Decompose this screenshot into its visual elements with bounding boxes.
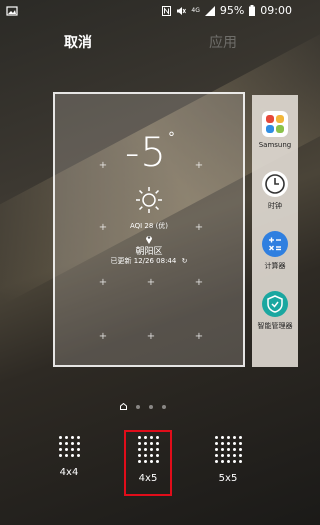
grid-dot — [64, 442, 68, 445]
page-indicator — [120, 403, 166, 410]
grid-dot — [226, 436, 230, 439]
status-right: 4G 95% 09:00 — [162, 4, 292, 17]
status-bar: 4G 95% 09:00 — [0, 0, 298, 24]
clock-time: 09:00 — [260, 4, 292, 17]
sunny-icon — [136, 187, 162, 213]
grid-dot — [58, 436, 62, 439]
grid-option-5x5[interactable]: 5x5 — [198, 430, 258, 484]
grid-dot — [238, 442, 242, 445]
grid-dot — [70, 448, 74, 451]
grid-dot — [76, 442, 80, 445]
grid-plus-icon: + — [146, 277, 156, 288]
calculator-icon — [262, 231, 288, 257]
grid-plus-icon: + — [98, 277, 108, 288]
grid-dot — [238, 436, 242, 439]
apply-button[interactable]: 应用 — [209, 32, 237, 52]
location-pin-icon — [146, 236, 152, 244]
grid-dot — [64, 454, 68, 457]
grid-dot — [232, 454, 236, 457]
app-calculator[interactable]: 计算器 — [252, 231, 298, 271]
grid-dot — [70, 454, 74, 457]
grid-dot — [226, 448, 230, 451]
grid-dot — [226, 454, 230, 457]
grid-dot — [70, 442, 74, 445]
weather-degree: ° — [168, 130, 175, 146]
grid-dot — [214, 442, 218, 445]
app-clock[interactable]: 时钟 — [252, 171, 298, 211]
grid-dot — [232, 442, 236, 445]
grid-dot — [76, 436, 80, 439]
grid-dot — [214, 448, 218, 451]
app-label: 时钟 — [268, 202, 282, 210]
weather-updated: 已更新 12/26 08:44 ↻ — [55, 256, 243, 266]
grid-4x4-icon — [58, 436, 80, 457]
refresh-icon[interactable]: ↻ — [182, 257, 188, 265]
grid-dot — [220, 460, 224, 463]
grid-option-4x4[interactable]: 4x4 — [39, 430, 99, 478]
grid-plus-icon: + — [194, 331, 204, 342]
adjacent-page-preview[interactable]: Samsung 时钟 计算器 智能管理器 — [252, 95, 298, 367]
weather-updated-text: 已更新 12/26 08:44 — [110, 257, 177, 265]
page-dot[interactable] — [136, 404, 140, 409]
cancel-button[interactable]: 取消 — [64, 32, 92, 52]
page-dot[interactable] — [149, 404, 153, 409]
app-label: Samsung — [258, 141, 292, 149]
grid-dot — [226, 442, 230, 445]
grid-dot — [64, 436, 68, 439]
grid-dot — [220, 442, 224, 445]
grid-dot — [58, 448, 62, 451]
grid-dot — [70, 436, 74, 439]
selected-grid-highlight — [124, 430, 172, 496]
grid-dot — [76, 454, 80, 457]
battery-percent: 95% — [219, 4, 245, 17]
grid-dot — [58, 454, 62, 457]
grid-plus-icon: + — [194, 160, 204, 171]
home-page-preview[interactable]: + + + + + + + + + + -5 ° AQI 28 (优) 朝阳区 … — [53, 92, 245, 367]
grid-dot — [238, 454, 242, 457]
gallery-notification-icon — [6, 6, 18, 16]
grid-dot — [238, 460, 242, 463]
app-smart-manager[interactable]: 智能管理器 — [252, 291, 298, 331]
grid-dot — [238, 448, 242, 451]
app-label: 智能管理器 — [257, 322, 293, 330]
page-dot[interactable] — [162, 404, 166, 409]
grid-plus-icon: + — [146, 331, 156, 342]
grid-dot — [220, 448, 224, 451]
grid-dot — [76, 448, 80, 451]
grid-dot — [220, 436, 224, 439]
network-type: 4G — [191, 7, 200, 14]
grid-dot — [232, 448, 236, 451]
grid-option-label: 4x4 — [59, 467, 79, 478]
battery-icon — [249, 5, 256, 16]
mute-icon — [177, 6, 187, 15]
grid-dot — [214, 460, 218, 463]
grid-option-label: 5x5 — [218, 473, 238, 484]
grid-dot — [58, 442, 62, 445]
smart-manager-icon — [262, 291, 288, 317]
weather-temperature: -5 — [125, 130, 167, 176]
samsung-apps-icon — [262, 111, 288, 137]
clock-icon — [262, 171, 288, 197]
grid-dot — [226, 460, 230, 463]
grid-dot — [64, 448, 68, 451]
signal-icon — [204, 5, 215, 16]
app-label: 计算器 — [264, 262, 286, 270]
weather-aqi: AQI 28 (优) — [129, 222, 169, 230]
grid-dot — [220, 454, 224, 457]
app-samsung[interactable]: Samsung — [252, 111, 298, 149]
grid-dot — [232, 436, 236, 439]
grid-dot — [214, 454, 218, 457]
home-page-icon[interactable] — [120, 403, 127, 410]
grid-5x5-icon — [214, 436, 242, 463]
grid-plus-icon: + — [98, 331, 108, 342]
grid-plus-icon: + — [98, 160, 108, 171]
grid-plus-icon: + — [194, 277, 204, 288]
grid-dot — [214, 436, 218, 439]
nfc-icon — [162, 5, 172, 16]
grid-dot — [232, 460, 236, 463]
top-actions: 取消 应用 — [0, 32, 298, 56]
